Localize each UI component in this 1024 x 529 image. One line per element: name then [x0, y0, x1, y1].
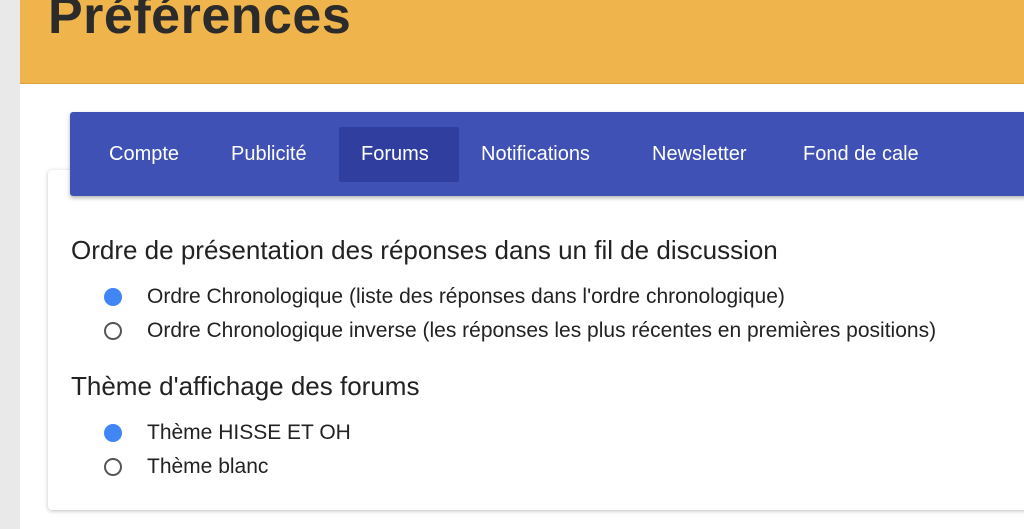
radio-unchecked[interactable]: [104, 458, 122, 476]
tab-compte[interactable]: Compte: [87, 127, 201, 182]
option-reverse-chronological[interactable]: Ordre Chronologique inverse (les réponse…: [104, 316, 936, 346]
option-chronological[interactable]: Ordre Chronologique (liste des réponses …: [104, 282, 785, 312]
option-theme-blanc[interactable]: Thème blanc: [104, 452, 268, 482]
radio-checked[interactable]: [104, 424, 122, 442]
preferences-tabs: Compte Publicité Forums Notifications Ne…: [70, 112, 1024, 196]
tab-notifications[interactable]: Notifications: [459, 127, 612, 182]
tab-publicite[interactable]: Publicité: [209, 127, 329, 182]
section-title-forum-theme: Thème d'affichage des forums: [71, 371, 420, 401]
tab-forums[interactable]: Forums: [339, 127, 459, 182]
radio-checked[interactable]: [104, 288, 122, 306]
option-label: Thème blanc: [147, 455, 269, 478]
page-header: Préférences: [20, 0, 1024, 84]
section-title-reply-order: Ordre de présentation des réponses dans …: [71, 235, 778, 265]
option-label: Ordre Chronologique inverse (les réponse…: [147, 319, 937, 342]
option-theme-hisse-et-oh[interactable]: Thème HISSE ET OH: [104, 418, 351, 448]
tab-newsletter[interactable]: Newsletter: [630, 127, 768, 182]
option-label: Thème HISSE ET OH: [147, 421, 351, 444]
radio-unchecked[interactable]: [104, 322, 122, 340]
page-title: Préférences: [48, 0, 352, 45]
page: Préférences Compte Publicité Forums Noti…: [20, 0, 1024, 529]
option-label: Ordre Chronologique (liste des réponses …: [147, 285, 785, 308]
tab-fond-de-cale[interactable]: Fond de cale: [781, 127, 941, 182]
